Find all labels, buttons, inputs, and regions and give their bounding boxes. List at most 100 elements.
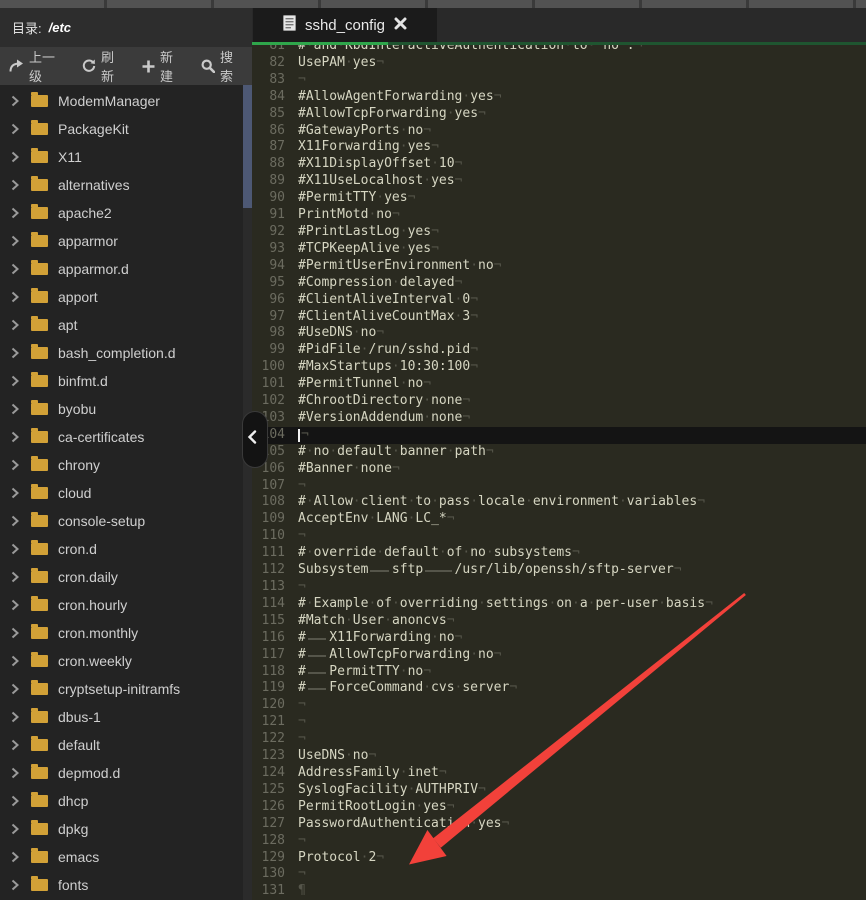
code-line[interactable]: 123 UseDNS·no¬: [252, 748, 866, 765]
chevron-right-icon[interactable]: [11, 431, 25, 443]
code-line[interactable]: 102 #ChrootDirectory·none¬: [252, 393, 866, 410]
code-line[interactable]: 91 PrintMotd·no¬: [252, 207, 866, 224]
sidebar-scrollbar[interactable]: [243, 85, 252, 900]
tree-item[interactable]: cron.weekly: [0, 647, 252, 675]
chevron-right-icon[interactable]: [11, 879, 25, 891]
code-line[interactable]: 95 #Compression·delayed¬: [252, 275, 866, 292]
code-line[interactable]: 83 ¬: [252, 72, 866, 89]
code-line[interactable]: 113 ¬: [252, 579, 866, 596]
tree-item[interactable]: dbus-1: [0, 703, 252, 731]
code-line[interactable]: 131 ¶: [252, 883, 866, 900]
chevron-right-icon[interactable]: [11, 599, 25, 611]
chevron-right-icon[interactable]: [11, 487, 25, 499]
chevron-right-icon[interactable]: [11, 711, 25, 723]
tree-item[interactable]: cron.daily: [0, 563, 252, 591]
code-line[interactable]: 105 #·no·default·banner·path¬: [252, 444, 866, 461]
chevron-right-icon[interactable]: [11, 683, 25, 695]
tree-item[interactable]: apt: [0, 311, 252, 339]
code-line[interactable]: 130 ¬: [252, 866, 866, 883]
code-line[interactable]: 92 #PrintLastLog·yes¬: [252, 224, 866, 241]
tree-item[interactable]: apport: [0, 283, 252, 311]
chevron-right-icon[interactable]: [11, 375, 25, 387]
code-line[interactable]: 114 #·Example·of·overriding·settings·on·…: [252, 596, 866, 613]
code-line[interactable]: 117 #AllowTcpForwarding·no¬: [252, 647, 866, 664]
tree-item[interactable]: dhcp: [0, 787, 252, 815]
code-line[interactable]: 104 ¬: [252, 427, 866, 444]
code-line[interactable]: 90 #PermitTTY·yes¬: [252, 190, 866, 207]
code-line[interactable]: 106 #Banner·none¬: [252, 461, 866, 478]
chevron-right-icon[interactable]: [11, 767, 25, 779]
chevron-right-icon[interactable]: [11, 95, 25, 107]
code-line[interactable]: 126 PermitRootLogin·yes¬: [252, 799, 866, 816]
tree-item[interactable]: bash_completion.d: [0, 339, 252, 367]
tree-item[interactable]: cron.d: [0, 535, 252, 563]
chevron-right-icon[interactable]: [11, 123, 25, 135]
code-line[interactable]: 129 Protocol·2¬: [252, 850, 866, 867]
code-line[interactable]: 94 #PermitUserEnvironment·no¬: [252, 258, 866, 275]
code-line[interactable]: 119 #ForceCommand·cvs·server¬: [252, 680, 866, 697]
tree-item[interactable]: apache2: [0, 199, 252, 227]
chevron-right-icon[interactable]: [11, 459, 25, 471]
scrollbar-thumb[interactable]: [243, 85, 252, 208]
tab-sshd-config[interactable]: sshd_config: [253, 8, 437, 42]
chevron-right-icon[interactable]: [11, 655, 25, 667]
code-line[interactable]: 121 ¬: [252, 714, 866, 731]
chevron-right-icon[interactable]: [11, 151, 25, 163]
chevron-right-icon[interactable]: [11, 543, 25, 555]
chevron-right-icon[interactable]: [11, 851, 25, 863]
code-line[interactable]: 100 #MaxStartups·10:30:100¬: [252, 359, 866, 376]
code-line[interactable]: 82 UsePAM·yes¬: [252, 55, 866, 72]
chevron-right-icon[interactable]: [11, 179, 25, 191]
code-line[interactable]: 124 AddressFamily·inet¬: [252, 765, 866, 782]
code-line[interactable]: 111 #·override·default·of·no·subsystems¬: [252, 545, 866, 562]
code-line[interactable]: 107 ¬: [252, 478, 866, 495]
tree-item[interactable]: cryptsetup-initramfs: [0, 675, 252, 703]
code-line[interactable]: 93 #TCPKeepAlive·yes¬: [252, 241, 866, 258]
tree-item[interactable]: default: [0, 731, 252, 759]
tree-item[interactable]: chrony: [0, 451, 252, 479]
tree-item[interactable]: binfmt.d: [0, 367, 252, 395]
chevron-right-icon[interactable]: [11, 403, 25, 415]
tree-item[interactable]: ModemManager: [0, 87, 252, 115]
up-level-button[interactable]: 上一级: [0, 47, 73, 85]
chevron-right-icon[interactable]: [11, 823, 25, 835]
chevron-right-icon[interactable]: [11, 571, 25, 583]
sidebar-collapse-handle[interactable]: [242, 411, 268, 468]
chevron-right-icon[interactable]: [11, 347, 25, 359]
chevron-right-icon[interactable]: [11, 235, 25, 247]
code-line[interactable]: 101 #PermitTunnel·no¬: [252, 376, 866, 393]
chevron-right-icon[interactable]: [11, 207, 25, 219]
chevron-right-icon[interactable]: [11, 515, 25, 527]
code-line[interactable]: 112 Subsystemsftp/usr/lib/openssh/sftp-s…: [252, 562, 866, 579]
chevron-right-icon[interactable]: [11, 263, 25, 275]
code-line[interactable]: 116 #X11Forwarding·no¬: [252, 630, 866, 647]
code-line[interactable]: 89 #X11UseLocalhost·yes¬: [252, 173, 866, 190]
tree-item[interactable]: depmod.d: [0, 759, 252, 787]
chevron-right-icon[interactable]: [11, 627, 25, 639]
new-button[interactable]: 新建: [133, 47, 192, 85]
code-line[interactable]: 103 #VersionAddendum·none¬: [252, 410, 866, 427]
chevron-right-icon[interactable]: [11, 291, 25, 303]
code-line[interactable]: 97 #ClientAliveCountMax·3¬: [252, 309, 866, 326]
code-line[interactable]: 88 #X11DisplayOffset·10¬: [252, 156, 866, 173]
code-line[interactable]: 110 ¬: [252, 528, 866, 545]
refresh-button[interactable]: 刷新: [73, 47, 133, 85]
tree-item[interactable]: ca-certificates: [0, 423, 252, 451]
code-line[interactable]: 128 ¬: [252, 833, 866, 850]
chevron-right-icon[interactable]: [11, 739, 25, 751]
chevron-right-icon[interactable]: [11, 795, 25, 807]
close-icon[interactable]: [394, 17, 407, 34]
code-line[interactable]: 98 #UseDNS·no¬: [252, 325, 866, 342]
code-line[interactable]: 96 #ClientAliveInterval·0¬: [252, 292, 866, 309]
tree-item[interactable]: cron.monthly: [0, 619, 252, 647]
code-line[interactable]: 108 #·Allow·client·to·pass·locale·enviro…: [252, 494, 866, 511]
code-line[interactable]: 120 ¬: [252, 697, 866, 714]
tree-item[interactable]: fonts: [0, 871, 252, 899]
tree-item[interactable]: apparmor: [0, 227, 252, 255]
tree-item[interactable]: cloud: [0, 479, 252, 507]
tree-item[interactable]: console-setup: [0, 507, 252, 535]
tree-item[interactable]: dpkg: [0, 815, 252, 843]
code-line[interactable]: 109 AcceptEnv·LANG·LC_*¬: [252, 511, 866, 528]
tree-item[interactable]: alternatives: [0, 171, 252, 199]
code-line[interactable]: 118 #PermitTTY·no¬: [252, 664, 866, 681]
